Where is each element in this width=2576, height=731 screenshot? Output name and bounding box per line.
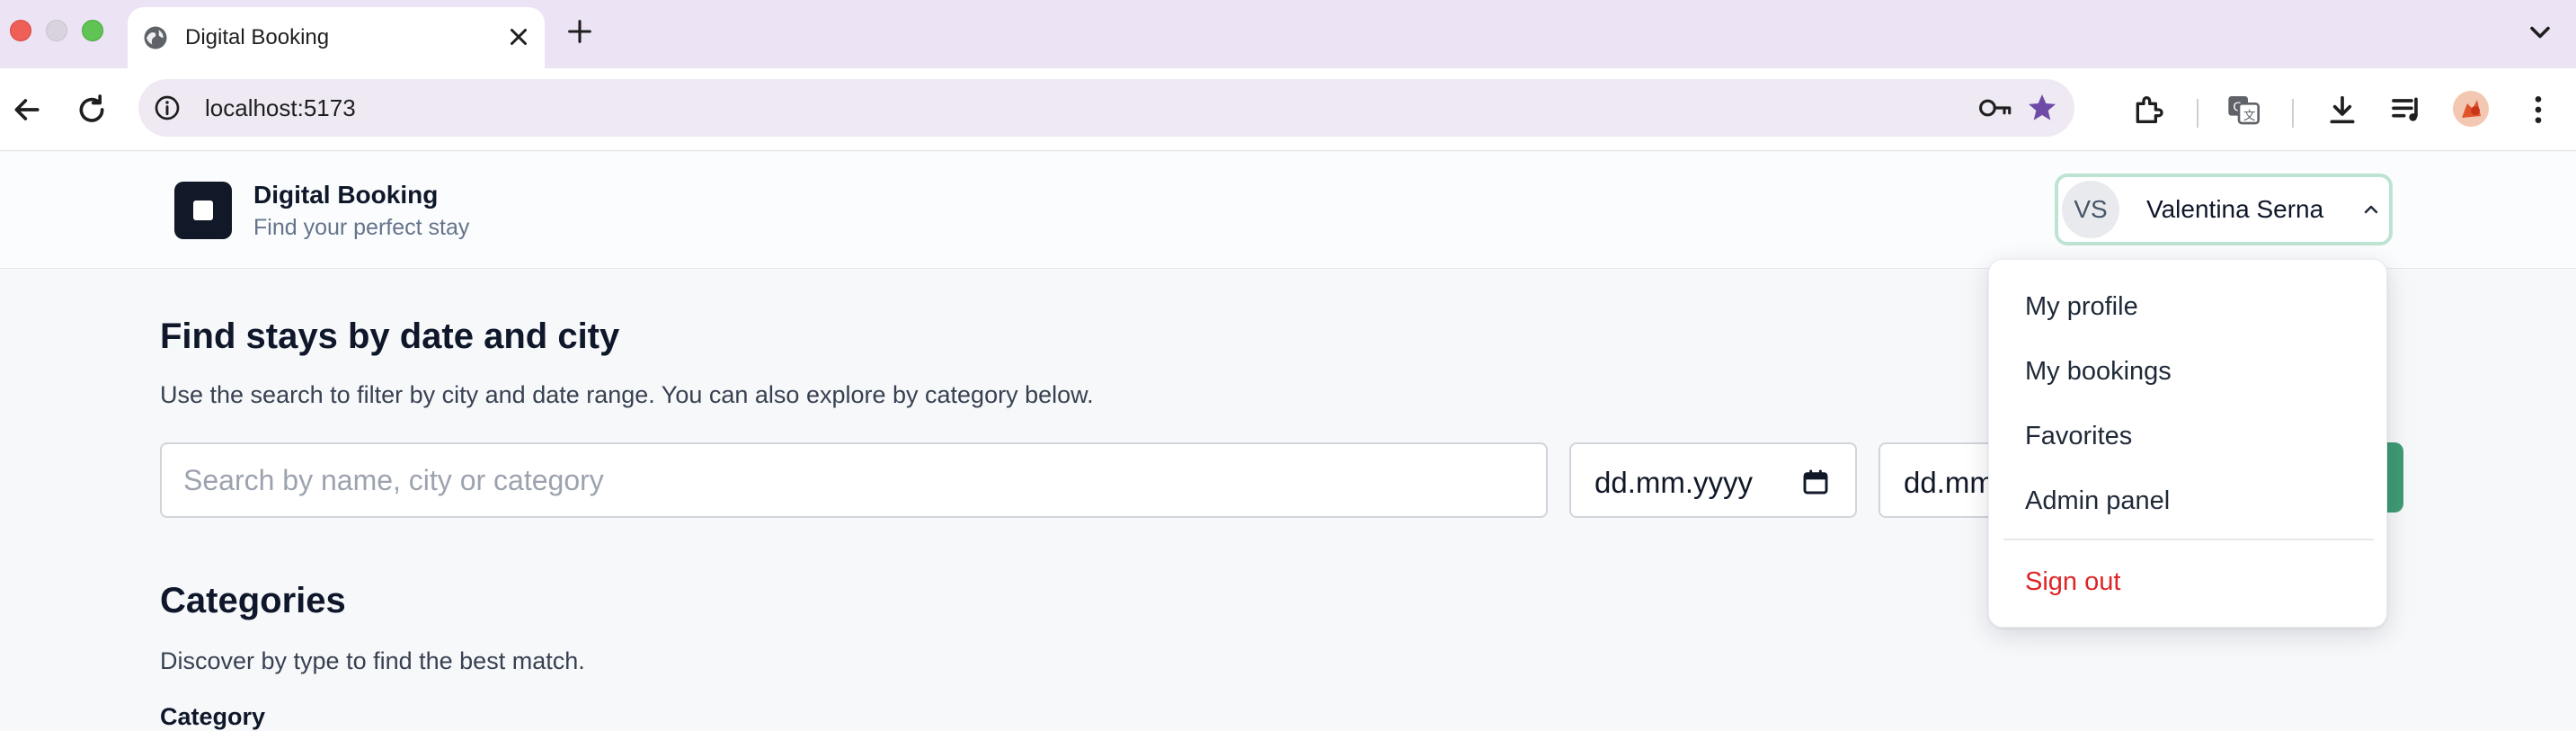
url-text[interactable]: localhost:5173 — [205, 94, 356, 122]
new-tab-icon[interactable] — [564, 16, 595, 47]
page-title: Find stays by date and city — [160, 316, 620, 356]
date-placeholder: dd.mm — [1904, 466, 1994, 499]
tab-title: Digital Booking — [185, 25, 330, 49]
browser-tab[interactable]: Digital Booking — [128, 7, 545, 68]
brand-logo[interactable] — [174, 182, 232, 239]
profile-avatar-image — [2453, 91, 2489, 127]
user-name: Valentina Serna — [2146, 195, 2324, 223]
more-options-icon[interactable] — [2520, 92, 2556, 128]
download-icon[interactable] — [2324, 92, 2360, 128]
page-subtitle: Use the search to filter by city and dat… — [160, 381, 1094, 408]
browser-profile-avatar[interactable] — [2453, 91, 2489, 127]
chevron-down-icon[interactable] — [2524, 16, 2556, 49]
toolbar-divider — [2292, 99, 2294, 128]
categories-subtitle: Discover by type to find the best match. — [160, 647, 585, 674]
window-minimize-button[interactable] — [46, 20, 67, 41]
reload-icon[interactable] — [74, 92, 110, 128]
password-key-icon[interactable] — [1977, 92, 2013, 124]
site-header: Digital Booking Find your perfect stay V… — [0, 152, 2576, 269]
menu-item-sign-out[interactable]: Sign out — [2025, 567, 2120, 597]
calendar-icon[interactable] — [1801, 468, 1830, 496]
date-placeholder: dd.mm.yyyy — [1594, 466, 1754, 499]
window-maximize-button[interactable] — [82, 20, 103, 41]
user-menu-button[interactable]: VS Valentina Serna — [2055, 174, 2393, 245]
brand-name[interactable]: Digital Booking — [253, 181, 438, 209]
search-input[interactable] — [160, 442, 1548, 518]
brand-tagline: Find your perfect stay — [253, 215, 470, 240]
user-avatar: VS — [2062, 181, 2119, 238]
chevron-up-icon — [2364, 205, 2378, 214]
globe-icon — [144, 26, 167, 49]
svg-text:文: 文 — [2243, 109, 2255, 122]
category-label: Category — [160, 703, 266, 730]
menu-item-my-profile[interactable]: My profile — [2025, 292, 2138, 322]
media-controls-icon[interactable] — [2389, 92, 2425, 128]
toolbar-divider — [2197, 99, 2198, 128]
check-in-date-field[interactable]: dd.mm.yyyy — [1569, 442, 1857, 518]
extensions-icon[interactable] — [2130, 92, 2166, 128]
back-arrow-icon[interactable] — [9, 92, 45, 128]
categories-title: Categories — [160, 581, 346, 620]
menu-divider — [2003, 539, 2374, 540]
close-icon[interactable] — [505, 23, 532, 50]
window-close-button[interactable] — [10, 20, 31, 41]
bookmark-star-icon[interactable] — [2024, 90, 2060, 126]
menu-item-my-bookings[interactable]: My bookings — [2025, 357, 2172, 387]
site-info-icon[interactable] — [153, 94, 182, 122]
user-dropdown-menu: My profile My bookings Favorites Admin p… — [1988, 259, 2387, 628]
menu-item-admin-panel[interactable]: Admin panel — [2025, 486, 2170, 516]
translate-icon[interactable]: G 文 — [2225, 92, 2261, 128]
browser-tab-strip: Digital Booking — [0, 0, 2576, 68]
address-bar[interactable]: localhost:5173 — [138, 79, 2074, 137]
menu-item-favorites[interactable]: Favorites — [2025, 422, 2132, 451]
browser-toolbar: localhost:5173 G 文 — [0, 68, 2576, 151]
